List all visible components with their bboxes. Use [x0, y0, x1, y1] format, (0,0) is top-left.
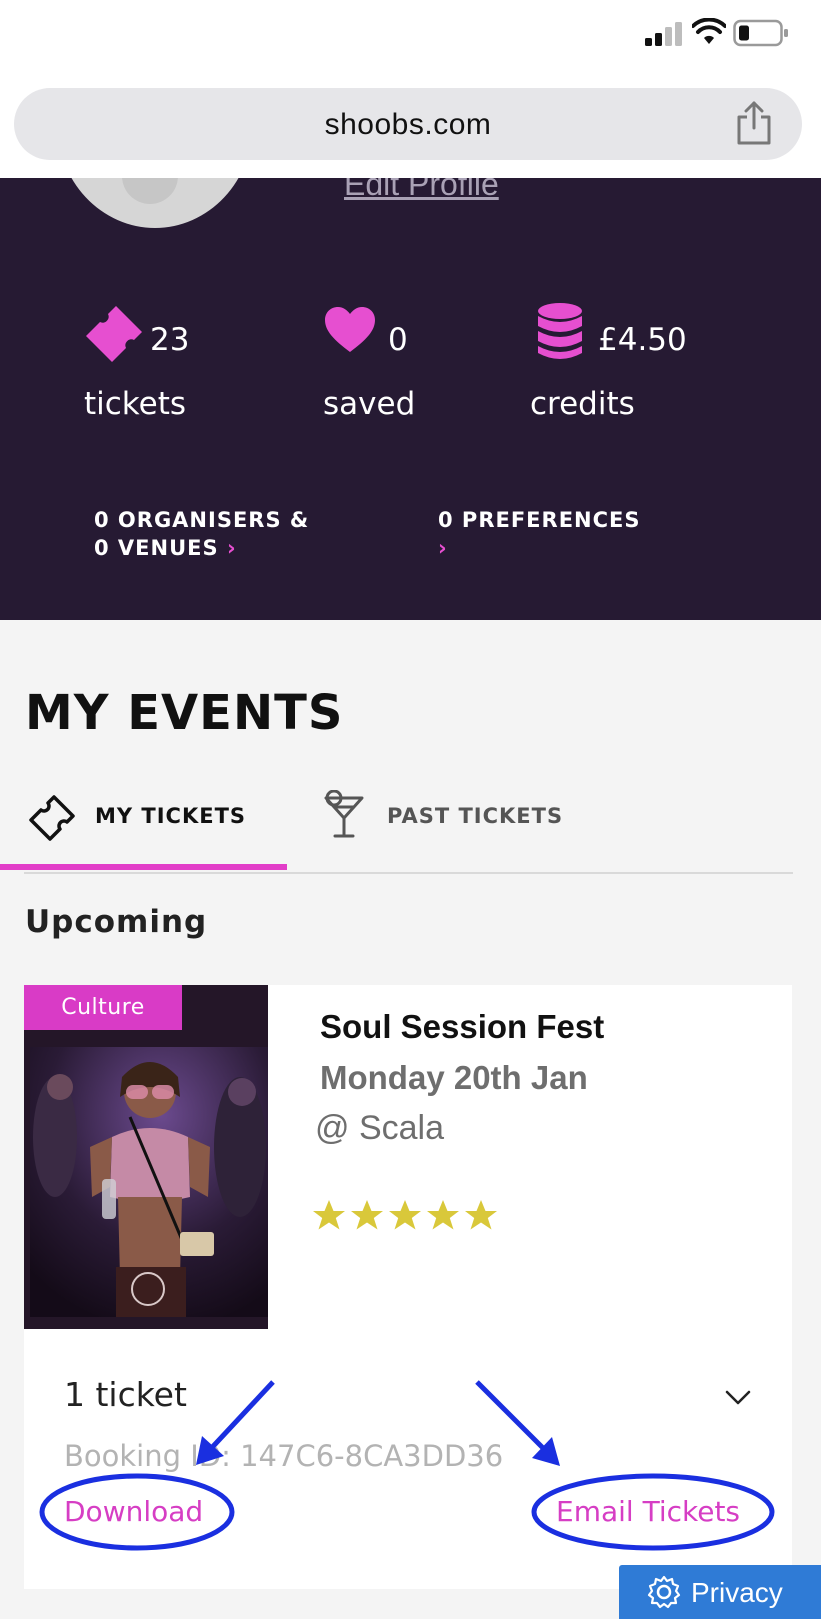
star-icon [427, 1200, 459, 1230]
privacy-button[interactable]: Privacy [619, 1565, 821, 1619]
my-events-heading: MY EVENTS [25, 685, 344, 741]
active-tab-indicator [0, 864, 287, 870]
tickets-label: tickets [84, 386, 187, 422]
preferences-count: 0 PREFERENCES [438, 508, 641, 532]
coins-icon [538, 303, 582, 359]
avatar-placeholder-icon [122, 178, 178, 204]
credits-label: credits [530, 386, 635, 422]
status-bar [0, 0, 821, 78]
star-icon [465, 1200, 497, 1230]
edit-profile-link[interactable]: Edit Profile [344, 178, 499, 203]
wifi-icon [692, 18, 726, 44]
saved-label: saved [323, 386, 416, 422]
star-icon [313, 1200, 345, 1230]
event-venue[interactable]: @ Scala [315, 1109, 444, 1148]
organisers-venues-link[interactable]: 0 ORGANISERS & 0 VENUES › [94, 506, 309, 562]
battery-icon [733, 19, 788, 47]
event-photo [30, 1047, 268, 1317]
star-icon [389, 1200, 421, 1230]
credits-amount: £4.50 [598, 322, 687, 358]
booking-id: Booking ID: 147C6-8CA3DD36 [64, 1439, 504, 1473]
tickets-count: 23 [150, 322, 190, 358]
ticket-icon [86, 306, 142, 362]
url-text[interactable]: shoobs.com [14, 108, 802, 142]
heart-icon [325, 307, 375, 352]
tab-past-tickets[interactable]: PAST TICKETS [320, 780, 620, 864]
share-icon[interactable] [734, 100, 774, 146]
chevron-right-icon: › [226, 536, 237, 560]
gear-icon [647, 1575, 681, 1609]
venues-count: 0 VENUES [94, 536, 219, 560]
profile-header: Edit Profile 23 tickets 0 saved £4.50 cr… [0, 178, 821, 620]
tab-my-tickets[interactable]: MY TICKETS [24, 780, 287, 864]
avatar[interactable] [57, 178, 253, 228]
event-poster[interactable]: Culture [24, 985, 268, 1329]
category-badge[interactable]: Culture [24, 985, 182, 1030]
cellular-signal-icon [645, 22, 682, 46]
event-title[interactable]: Soul Session Fest [320, 1008, 604, 1046]
cocktail-glass-icon [324, 790, 364, 838]
download-button[interactable]: Download [64, 1495, 203, 1528]
preferences-link[interactable]: 0 PREFERENCES › [438, 506, 641, 562]
rating-stars [313, 1200, 497, 1230]
chevron-down-icon[interactable] [724, 1387, 752, 1407]
ticket-outline-icon [29, 795, 75, 841]
event-date: Monday 20th Jan [320, 1059, 588, 1096]
saved-count: 0 [388, 322, 408, 358]
ticket-count: 1 ticket [64, 1375, 187, 1414]
event-card[interactable]: Culture Soul Session Fest Monday 20th Ja… [24, 985, 792, 1589]
ticket-tabs: MY TICKETS PAST TICKETS [0, 780, 793, 874]
organisers-count: 0 ORGANISERS & [94, 508, 310, 532]
tab-past-tickets-label: PAST TICKETS [387, 804, 564, 828]
address-bar[interactable]: shoobs.com [14, 88, 802, 160]
chevron-right-icon: › [438, 536, 448, 560]
star-icon [351, 1200, 383, 1230]
email-tickets-button[interactable]: Email Tickets [556, 1495, 740, 1528]
browser-toolbar: shoobs.com [0, 78, 821, 178]
privacy-label: Privacy [691, 1577, 783, 1608]
tabs-divider [24, 872, 793, 874]
tab-my-tickets-label: MY TICKETS [95, 804, 247, 828]
upcoming-heading: Upcoming [25, 904, 208, 940]
